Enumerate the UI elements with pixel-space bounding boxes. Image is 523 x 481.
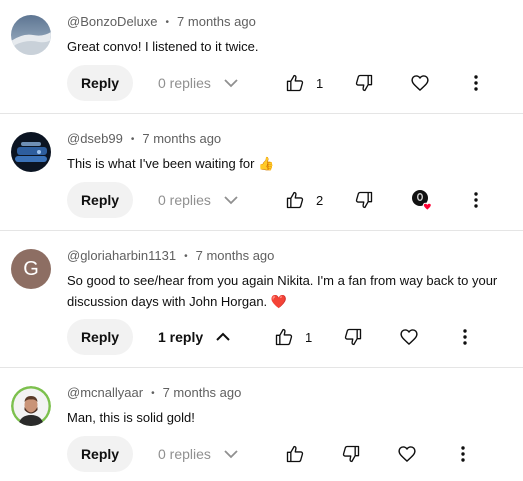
- author-name[interactable]: @mcnallyaar: [67, 385, 143, 400]
- thumbs-up-icon: [285, 444, 305, 464]
- more-vert-icon: [455, 327, 475, 347]
- thumbs-down-icon: [343, 327, 363, 347]
- thumbs-up-icon: [285, 190, 305, 210]
- like-count: 1: [305, 329, 313, 345]
- reply-button[interactable]: Reply: [67, 65, 133, 101]
- reply-button[interactable]: Reply: [67, 182, 133, 218]
- comment-meta: @dseb99 • 7 months ago: [67, 131, 221, 146]
- dislike-button[interactable]: [341, 436, 361, 472]
- reply-button[interactable]: Reply: [67, 319, 133, 355]
- like-count: 2: [316, 192, 324, 208]
- comment-meta: @BonzoDeluxe • 7 months ago: [67, 14, 256, 29]
- more-vert-icon: [453, 444, 473, 464]
- comment-text: This is what I've been waiting for 👍: [67, 156, 275, 171]
- more-actions-button[interactable]: [466, 182, 486, 218]
- creator-heart-icon: [410, 188, 434, 212]
- more-vert-icon: [466, 73, 486, 93]
- more-actions-button[interactable]: [466, 65, 486, 101]
- comment-time[interactable]: 7 months ago: [177, 14, 256, 29]
- chevron-down-icon: [211, 75, 239, 91]
- comment-time[interactable]: 7 months ago: [142, 131, 221, 146]
- comment-time[interactable]: 7 months ago: [196, 248, 275, 263]
- comment-item: G @gloriaharbin1131 • 7 months ago So good…: [0, 231, 523, 368]
- chevron-up-icon: [203, 329, 231, 345]
- replies-count: 1 reply: [158, 329, 204, 345]
- comment-meta: @mcnallyaar • 7 months ago: [67, 385, 241, 400]
- creator-heart-button[interactable]: [410, 182, 434, 218]
- comment-text: Great convo! I listened to it twice.: [67, 39, 259, 54]
- replies-toggle[interactable]: 1 reply: [158, 319, 231, 355]
- heart-button[interactable]: [397, 436, 417, 472]
- thumbs-up-icon: [285, 73, 305, 93]
- heart-icon: [399, 327, 419, 347]
- thumbs-up-icon: [274, 327, 294, 347]
- separator-dot: •: [165, 17, 170, 28]
- thumbs-down-icon: [341, 444, 361, 464]
- separator-dot: •: [151, 388, 155, 399]
- comment-item: @BonzoDeluxe • 7 months ago Great convo! I…: [0, 0, 523, 114]
- chevron-down-icon: [211, 446, 239, 462]
- avatar[interactable]: [11, 386, 51, 426]
- replies-toggle[interactable]: 0 replies: [158, 182, 239, 218]
- avatar-letter: G: [23, 257, 39, 280]
- heart-icon: [410, 73, 430, 93]
- like-button[interactable]: 1: [285, 65, 323, 101]
- more-actions-button[interactable]: [453, 436, 473, 472]
- replies-count: 0 replies: [158, 192, 211, 208]
- comment-time[interactable]: 7 months ago: [163, 385, 242, 400]
- heart-icon: [397, 444, 417, 464]
- replies-count: 0 replies: [158, 446, 211, 462]
- comment-item: @dseb99 • 7 months ago This is what I've b…: [0, 114, 523, 231]
- author-name[interactable]: @gloriaharbin1131: [67, 248, 176, 263]
- avatar[interactable]: G: [11, 249, 51, 289]
- chevron-down-icon: [211, 192, 239, 208]
- avatar[interactable]: [11, 15, 51, 55]
- like-count: 1: [316, 75, 324, 91]
- more-vert-icon: [466, 190, 486, 210]
- dislike-button[interactable]: [354, 65, 374, 101]
- thumbs-down-icon: [354, 73, 374, 93]
- heart-button[interactable]: [399, 319, 419, 355]
- more-actions-button[interactable]: [455, 319, 475, 355]
- author-name[interactable]: @BonzoDeluxe: [67, 14, 158, 29]
- dislike-button[interactable]: [343, 319, 363, 355]
- replies-count: 0 replies: [158, 75, 211, 91]
- replies-toggle[interactable]: 0 replies: [158, 65, 239, 101]
- replies-toggle[interactable]: 0 replies: [158, 436, 239, 472]
- separator-dot: •: [184, 251, 188, 262]
- author-name[interactable]: @dseb99: [67, 131, 123, 146]
- comment-text: Man, this is solid gold!: [67, 410, 195, 425]
- thumbs-down-icon: [354, 190, 374, 210]
- avatar[interactable]: [11, 132, 51, 172]
- comment-item: @mcnallyaar • 7 months ago Man, this is so…: [0, 368, 523, 481]
- comment-meta: @gloriaharbin1131 • 7 months ago: [67, 248, 274, 263]
- dislike-button[interactable]: [354, 182, 374, 218]
- comment-text: So good to see/hear from you again Nikit…: [67, 273, 498, 309]
- like-button[interactable]: 1: [274, 319, 312, 355]
- like-button[interactable]: [285, 436, 305, 472]
- heart-button[interactable]: [410, 65, 430, 101]
- separator-dot: •: [130, 134, 135, 145]
- like-button[interactable]: 2: [285, 182, 323, 218]
- reply-button[interactable]: Reply: [67, 436, 133, 472]
